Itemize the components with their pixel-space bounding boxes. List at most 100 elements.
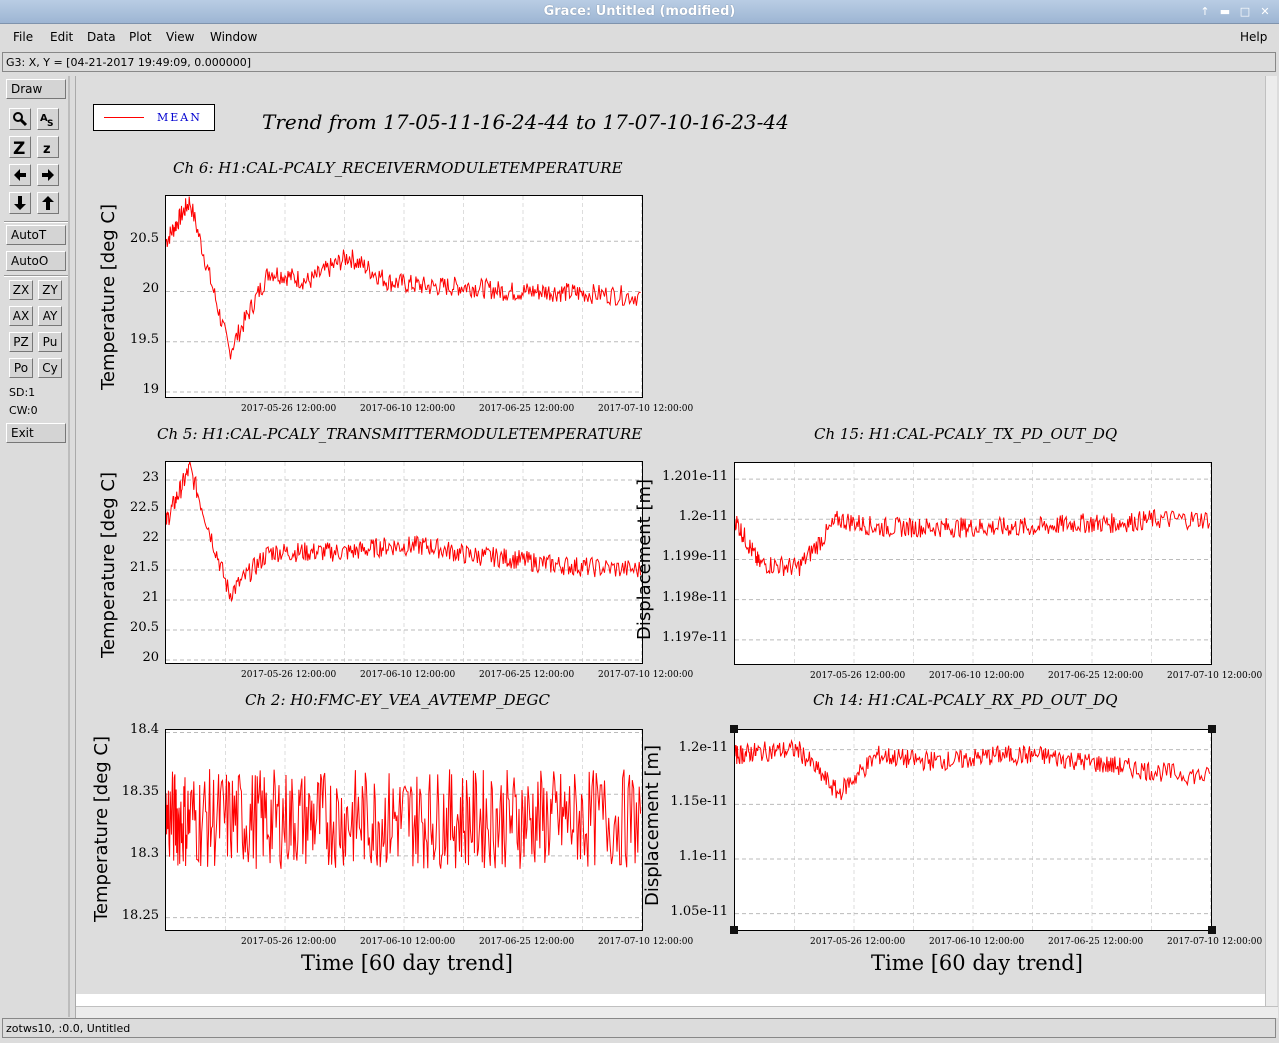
x-tick-label: 2017-06-10 12:00:00 (360, 670, 456, 680)
y-tick-label: 19 (142, 381, 159, 397)
svg-text:z: z (43, 142, 51, 155)
plot-area-ch2[interactable] (165, 729, 643, 931)
y-tick-label: 1.2e-11 (678, 509, 728, 525)
status-bar: zotws10, :0.0, Untitled (2, 1018, 1276, 1038)
chart-svg (166, 730, 642, 930)
series-line-mean (166, 196, 641, 360)
y-tick-label: 20.5 (130, 620, 159, 635)
x-tick-label: 2017-05-26 12:00:00 (241, 404, 337, 414)
scroll-down-button[interactable] (9, 192, 31, 214)
y-tick-label: 1.197e-11 (662, 629, 728, 645)
arrow-down-icon (14, 196, 26, 210)
window-minimize-icon[interactable]: ▬ (1217, 4, 1233, 19)
menu-help[interactable]: Help (1240, 30, 1267, 44)
svg-text:Z: Z (13, 139, 25, 155)
x-tick-label: 2017-07-10 12:00:00 (1167, 671, 1263, 681)
autoo-button[interactable]: AutoO (6, 251, 66, 271)
x-tick-label: 2017-07-10 12:00:00 (598, 404, 694, 414)
legend-box[interactable]: MEAN (93, 104, 215, 131)
x-tick-label: 2017-06-25 12:00:00 (1048, 671, 1144, 681)
ay-button[interactable]: AY (38, 306, 62, 326)
zy-button[interactable]: ZY (38, 280, 62, 300)
magnifier-icon (13, 112, 28, 127)
x-tick-label: 2017-05-26 12:00:00 (810, 937, 906, 947)
y-tick-label: 18.4 (130, 722, 159, 738)
zoom-out-button[interactable]: z (37, 136, 59, 158)
x-tick-label: 2017-06-25 12:00:00 (479, 404, 575, 414)
po-button[interactable]: Po (9, 358, 33, 378)
y-tick-label: 18.25 (121, 907, 159, 923)
y-tick-label: 21 (142, 590, 159, 605)
y-tick-label: 1.15e-11 (670, 794, 728, 810)
menu-bar: File Edit Data Plot View Window Help (0, 24, 1279, 50)
window-close-icon[interactable]: ✕ (1257, 4, 1273, 19)
chart-svg (166, 196, 642, 397)
exit-button[interactable]: Exit (6, 423, 66, 443)
zoom-in-button[interactable]: Z (9, 136, 31, 158)
y-tick-label: 18.3 (130, 845, 159, 861)
y-tick-label: 19.5 (130, 331, 159, 347)
x-tick-label: 2017-06-10 12:00:00 (929, 937, 1025, 947)
arrow-left-icon (14, 169, 26, 181)
x-axis-label-left: Time [60 day trend] (301, 951, 513, 975)
menu-window[interactable]: Window (210, 30, 257, 44)
x-tick-label: 2017-06-25 12:00:00 (479, 670, 575, 680)
graph-title-ch6: Ch 6: H1:CAL-PCALY_RECEIVERMODULETEMPERA… (173, 159, 623, 177)
plot-area-ch5[interactable] (165, 461, 643, 664)
draw-button[interactable]: Draw (6, 79, 66, 99)
x-tick-label: 2017-07-10 12:00:00 (1167, 937, 1263, 947)
x-tick-label: 2017-06-10 12:00:00 (360, 937, 456, 947)
cy-button[interactable]: Cy (38, 358, 62, 378)
scroll-left-button[interactable] (9, 164, 31, 186)
menu-data[interactable]: Data (87, 30, 116, 44)
y-tick-label: 1.1e-11 (678, 848, 728, 864)
x-tick-label: 2017-07-10 12:00:00 (598, 670, 694, 680)
x-tick-label: 2017-05-26 12:00:00 (241, 937, 337, 947)
y-tick-label: 22.5 (130, 500, 159, 515)
y-tick-label: 1.199e-11 (662, 549, 728, 565)
autoscale-text-button[interactable]: AS (37, 108, 59, 130)
series-line-mean (735, 508, 1211, 577)
y-tick-label: 1.201e-11 (662, 469, 728, 485)
legend-line-sample (104, 117, 144, 118)
plot-area-ch15[interactable] (734, 462, 1212, 665)
x-tick-label: 2017-07-10 12:00:00 (598, 937, 694, 947)
x-tick-label: 2017-05-26 12:00:00 (810, 671, 906, 681)
window-maximize-icon[interactable]: □ (1237, 4, 1253, 19)
ax-button[interactable]: AX (9, 306, 33, 326)
zoom-button[interactable] (9, 108, 31, 130)
svg-text:S: S (47, 119, 53, 127)
x-tick-label: 2017-06-25 12:00:00 (479, 937, 575, 947)
x-axis-label-right: Time [60 day trend] (871, 951, 1083, 975)
autot-button[interactable]: AutoT (6, 225, 66, 245)
chart-svg (166, 462, 642, 663)
plot-area-ch14[interactable] (734, 729, 1212, 931)
canvas-vertical-scrollbar[interactable] (1265, 76, 1277, 1006)
graph-title-ch14: Ch 14: H1:CAL-PCALY_RX_PD_OUT_DQ (813, 691, 1118, 709)
y-axis-label-ch2: Temperature [deg C] (91, 735, 112, 922)
window-up-icon[interactable]: ↑ (1197, 4, 1213, 19)
scroll-up-button[interactable] (37, 192, 59, 214)
zx-button[interactable]: ZX (9, 280, 33, 300)
toolbar-separator (4, 275, 68, 277)
selection-handle[interactable] (1208, 725, 1216, 733)
y-tick-label: 21.5 (130, 560, 159, 575)
graph-title-ch2: Ch 2: H0:FMC-EY_VEA_AVTEMP_DEGC (245, 691, 550, 709)
menu-edit[interactable]: Edit (50, 30, 73, 44)
x-tick-label: 2017-06-10 12:00:00 (929, 671, 1025, 681)
menu-view[interactable]: View (166, 30, 194, 44)
menu-plot[interactable]: Plot (129, 30, 152, 44)
y-axis-label-ch14: Displacement [m] (642, 744, 663, 906)
selection-handle[interactable] (1208, 926, 1216, 934)
plot-area-ch6[interactable] (165, 195, 643, 398)
selection-handle[interactable] (730, 725, 738, 733)
scroll-right-button[interactable] (37, 164, 59, 186)
x-tick-label: 2017-06-25 12:00:00 (1048, 937, 1144, 947)
canvas-horizontal-scrollbar[interactable] (76, 1006, 1278, 1018)
pu-button[interactable]: Pu (38, 332, 62, 352)
pz-button[interactable]: PZ (9, 332, 33, 352)
window-title: Grace: Untitled (modified) (543, 4, 736, 19)
selection-handle[interactable] (730, 926, 738, 934)
window-titlebar[interactable]: Grace: Untitled (modified) ↑ ▬ □ ✕ (0, 0, 1279, 24)
menu-file[interactable]: File (13, 30, 33, 44)
